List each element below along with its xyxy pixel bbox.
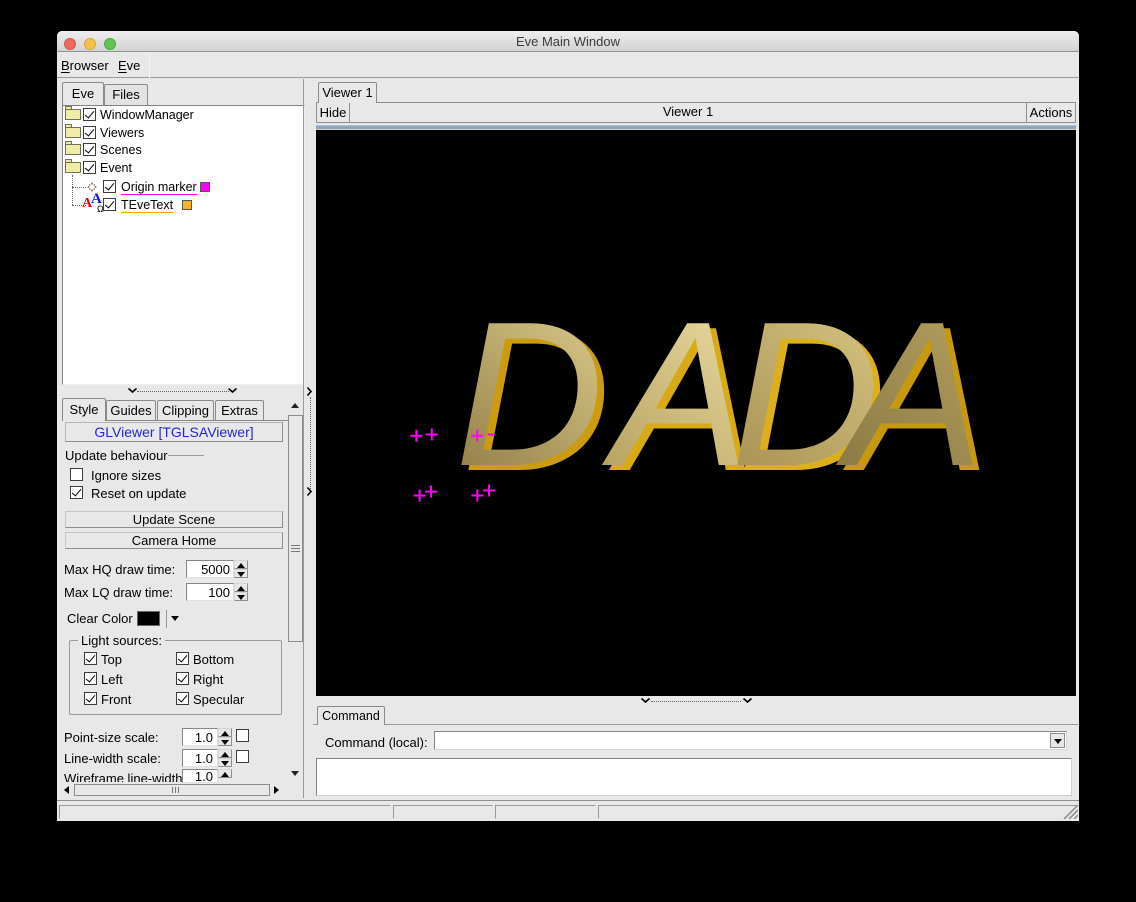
svg-text:A: A <box>601 279 749 509</box>
svg-text:D: D <box>455 279 604 509</box>
svg-text:A: A <box>835 279 983 509</box>
